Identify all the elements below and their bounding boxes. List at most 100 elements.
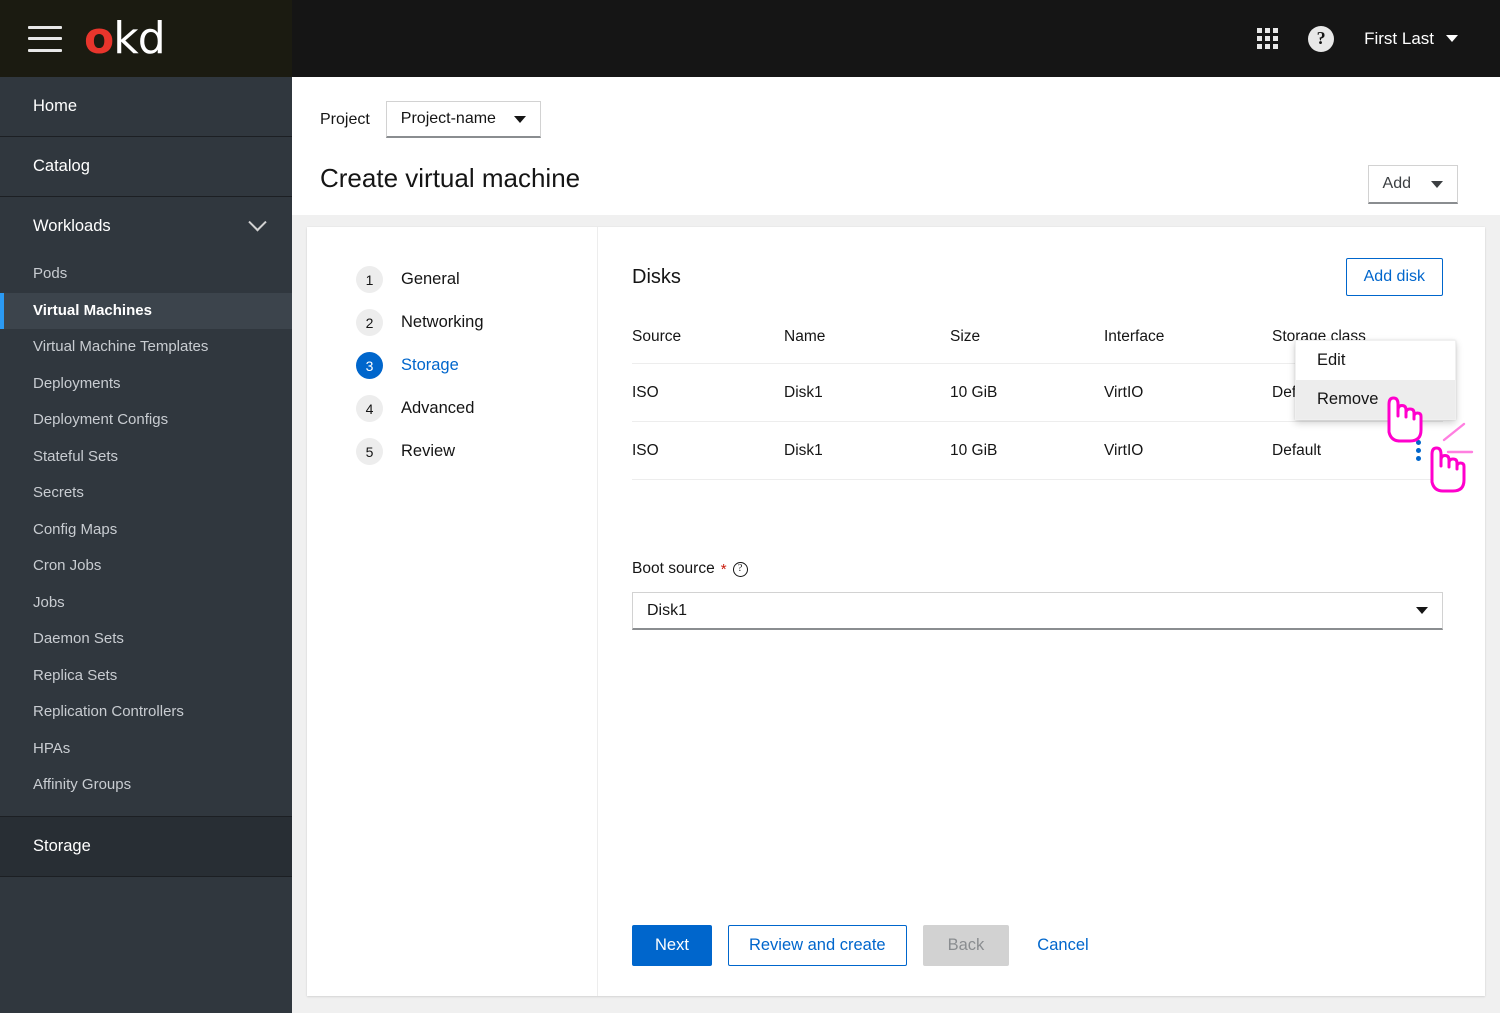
sidebar-item-deployments[interactable]: Deployments (0, 366, 292, 403)
project-selector-dropdown[interactable]: Project-name (385, 101, 541, 138)
question-circle-icon[interactable]: ? (1308, 25, 1335, 52)
sidebar-item-virtual-machines[interactable]: Virtual Machines (0, 292, 292, 329)
sidebar-item-secrets[interactable]: Secrets (0, 475, 292, 512)
okd-logo[interactable]: o kd (84, 12, 166, 64)
dropdown-item-remove[interactable]: Remove (1296, 380, 1455, 419)
project-selector-bar: Project Project-name (292, 77, 1500, 138)
cell-source: ISO (632, 421, 784, 480)
step-label: Networking (401, 313, 484, 331)
add-button-label: Add (1382, 175, 1411, 192)
sidebar-item-cron-jobs[interactable]: Cron Jobs (0, 548, 292, 585)
column-header-interface: Interface (1104, 328, 1272, 364)
sidebar-item-stateful-sets[interactable]: Stateful Sets (0, 439, 292, 476)
kebab-menu-icon[interactable] (1393, 440, 1443, 461)
next-button[interactable]: Next (632, 925, 712, 966)
sidebar-section-workloads: Workloads Pods Virtual Machines Virtual … (0, 197, 292, 817)
wizard-step-review[interactable]: 5 Review (307, 430, 597, 473)
boot-source-selected-value: Disk1 (647, 601, 688, 619)
boot-source-label: Boot source (632, 560, 715, 577)
cancel-button[interactable]: Cancel (1025, 926, 1100, 965)
row-actions-dropdown-menu: Edit Remove (1295, 340, 1456, 420)
sidebar-item-virtual-machine-templates[interactable]: Virtual Machine Templates (0, 329, 292, 366)
sidebar-item-deployment-configs[interactable]: Deployment Configs (0, 402, 292, 439)
column-header-name: Name (784, 328, 950, 364)
okd-console-window: o kd ? First Last Home Catalog Workloads… (0, 0, 1500, 1013)
cell-interface: VirtIO (1104, 363, 1272, 422)
sidebar-item-jobs[interactable]: Jobs (0, 585, 292, 622)
sidebar-section-toggle-workloads[interactable]: Workloads (0, 197, 292, 256)
sidebar-item-daemon-sets[interactable]: Daemon Sets (0, 621, 292, 658)
step-number: 1 (356, 266, 383, 293)
sidebar-item-home[interactable]: Home (0, 77, 292, 136)
cell-size: 10 GiB (950, 363, 1104, 422)
sidebar-section-catalog: Catalog (0, 137, 292, 197)
cell-name: Disk1 (784, 363, 950, 422)
cell-name: Disk1 (784, 421, 950, 480)
user-menu[interactable]: First Last (1364, 29, 1458, 49)
sidebar-section-home: Home (0, 77, 292, 137)
sidebar-item-storage[interactable]: Storage (0, 817, 292, 876)
caret-down-icon (1416, 607, 1428, 614)
page-header: Project Project-name Add Create virtual … (292, 77, 1500, 215)
disks-header: Disks Add disk (632, 258, 1443, 296)
step-number: 2 (356, 309, 383, 336)
sidebar-navigation: Home Catalog Workloads Pods Virtual Mach… (0, 77, 292, 1013)
add-disk-button[interactable]: Add disk (1345, 258, 1443, 296)
wizard-step-general[interactable]: 1 General (307, 258, 597, 301)
project-label: Project (320, 110, 370, 128)
sidebar-item-pods[interactable]: Pods (0, 256, 292, 293)
back-button[interactable]: Back (922, 925, 1010, 966)
column-header-source: Source (632, 328, 784, 364)
sidebar-item-catalog[interactable]: Catalog (0, 137, 292, 196)
sidebar-section-label: Home (33, 97, 78, 115)
step-number: 3 (356, 352, 383, 379)
step-label: Review (401, 442, 456, 460)
dropdown-item-edit[interactable]: Edit (1296, 341, 1455, 380)
grid-apps-icon[interactable] (1257, 28, 1279, 49)
hamburger-menu-icon[interactable] (28, 25, 62, 52)
cell-size: 10 GiB (950, 421, 1104, 480)
sidebar-section-label: Storage (33, 836, 91, 855)
sidebar-item-replica-sets[interactable]: Replica Sets (0, 658, 292, 695)
sidebar-section-label: Workloads (33, 217, 111, 235)
user-name-label: First Last (1364, 28, 1434, 48)
sidebar-section-label: Catalog (33, 157, 90, 175)
review-and-create-button[interactable]: Review and create (727, 925, 907, 966)
sidebar-section-storage: Storage (0, 816, 292, 877)
cell-source: ISO (632, 363, 784, 422)
boot-source-select[interactable]: Disk1 (632, 592, 1443, 630)
step-label: General (401, 270, 460, 288)
page-title: Create virtual machine (320, 163, 581, 193)
cell-interface: VirtIO (1104, 421, 1272, 480)
required-asterisk: * (720, 560, 727, 578)
masthead-actions: ? First Last (1257, 25, 1500, 52)
sidebar-item-hpas[interactable]: HPAs (0, 731, 292, 768)
add-button[interactable]: Add (1367, 165, 1458, 204)
step-number: 4 (356, 395, 383, 422)
cell-storage-class: Default (1272, 421, 1393, 480)
logo-kd-letters: kd (113, 12, 165, 64)
wizard-step-advanced[interactable]: 4 Advanced (307, 387, 597, 430)
boot-source-label-group: Boot source * ? (632, 560, 1443, 578)
wizard-step-storage[interactable]: 3 Storage (307, 344, 597, 387)
sidebar-item-replication-controllers[interactable]: Replication Controllers (0, 694, 292, 731)
disks-section-title: Disks (632, 265, 681, 288)
wizard-step-networking[interactable]: 2 Networking (307, 301, 597, 344)
cell-actions (1393, 421, 1443, 480)
question-circle-icon[interactable]: ? (732, 561, 748, 577)
sidebar-item-config-maps[interactable]: Config Maps (0, 512, 292, 549)
chevron-down-icon (248, 213, 267, 232)
step-label: Advanced (401, 399, 475, 417)
caret-down-icon (1431, 180, 1443, 188)
wizard-footer: Next Review and create Back Cancel (632, 925, 1101, 966)
wizard-steps-panel: 1 General 2 Networking 3 Storage 4 Advan… (307, 227, 598, 996)
sidebar-workloads-list: Pods Virtual Machines Virtual Machine Te… (0, 256, 292, 816)
step-number: 5 (356, 438, 383, 465)
table-row: ISO Disk1 10 GiB VirtIO Default (632, 421, 1443, 480)
masthead-brand-area: o kd (0, 0, 292, 77)
logo-o-letter: o (84, 12, 114, 64)
masthead: o kd ? First Last (0, 0, 1500, 77)
caret-down-icon (513, 115, 526, 123)
project-selected-value: Project-name (400, 110, 496, 127)
sidebar-item-affinity-groups[interactable]: Affinity Groups (0, 767, 292, 804)
